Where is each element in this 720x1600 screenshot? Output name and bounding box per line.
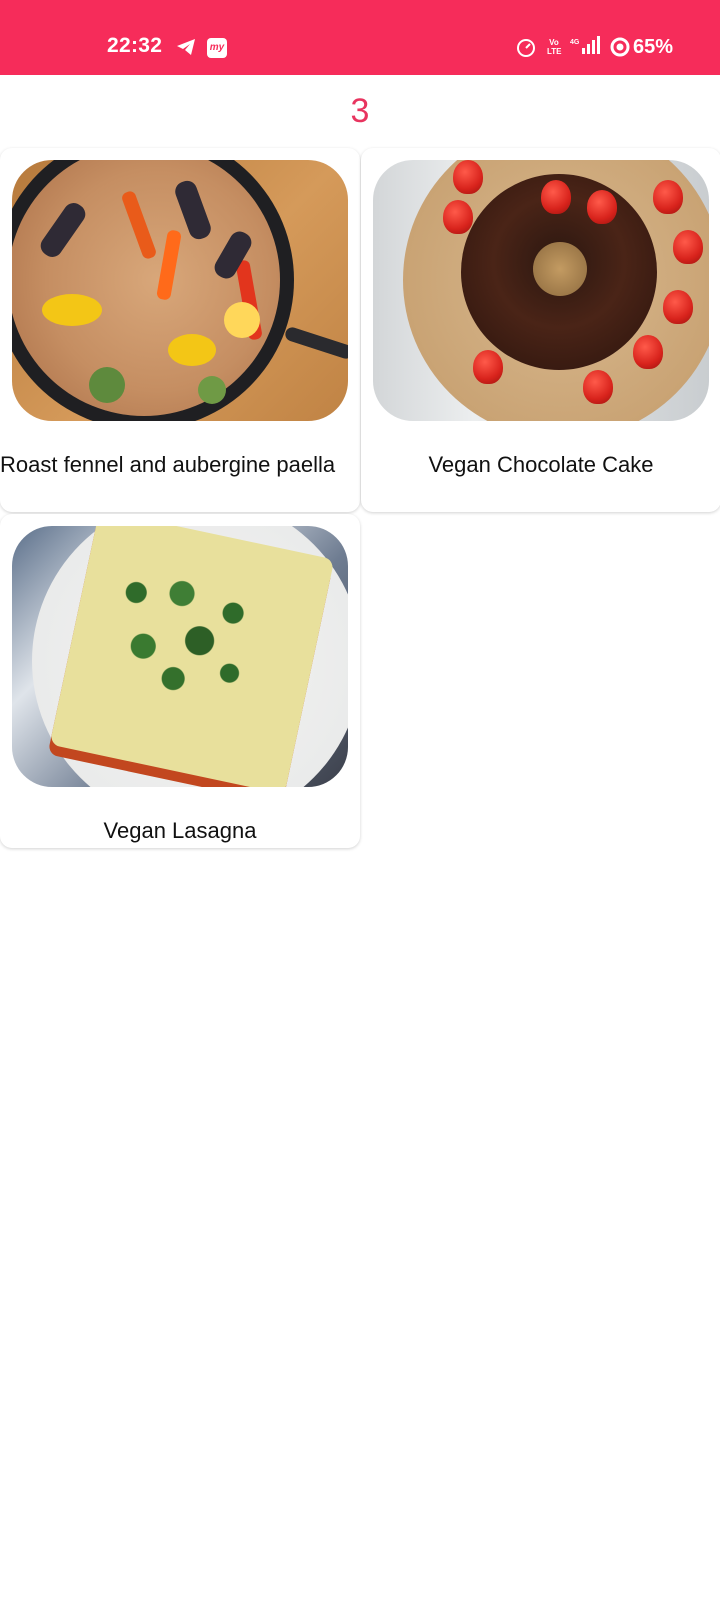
status-time: 22:32: [107, 34, 163, 57]
recipe-title: Roast fennel and aubergine paella: [0, 452, 336, 477]
recipe-title: Vegan Chocolate Cake: [428, 452, 654, 477]
chocolate-cake-photo: [373, 160, 709, 421]
volte-icon: Vo LTE: [547, 38, 562, 56]
status-bar: 22:32 my Vo LTE 4G 65%: [0, 0, 720, 75]
battery-percentage: 65%: [633, 36, 674, 58]
telegram-icon: [177, 39, 195, 55]
recipe-title: Vegan Lasagna: [103, 818, 257, 843]
recipe-card[interactable]: Vegan Lasagna: [0, 514, 360, 848]
ring-icon: [610, 37, 630, 57]
paella-photo: [12, 160, 348, 421]
svg-text:4G: 4G: [570, 39, 580, 46]
my-app-icon: my: [207, 38, 227, 58]
recipe-card[interactable]: Roast fennel and aubergine paella: [0, 148, 360, 512]
recipe-card[interactable]: Vegan Chocolate Cake: [361, 148, 720, 512]
data-speed-icon: [517, 39, 535, 57]
signal-4g-icon: 4G: [570, 36, 600, 54]
recipe-count: 3: [350, 92, 370, 130]
lasagna-photo: [12, 526, 348, 787]
